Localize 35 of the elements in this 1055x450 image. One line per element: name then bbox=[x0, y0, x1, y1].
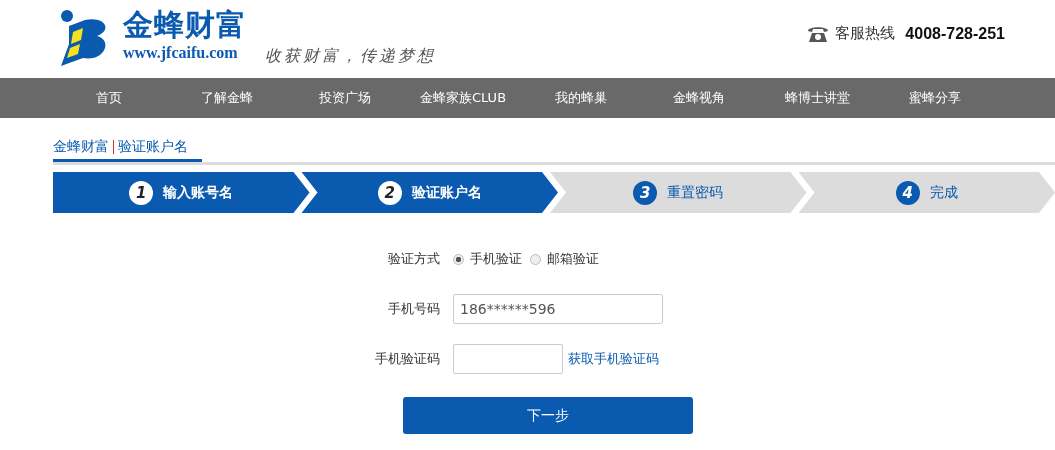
nav-link[interactable]: 金蜂视角 bbox=[640, 78, 758, 118]
nav-link[interactable]: 了解金蜂 bbox=[168, 78, 286, 118]
phone-field[interactable]: 186******596 bbox=[453, 294, 663, 324]
field-label: 验证方式 bbox=[387, 250, 441, 268]
nav-link[interactable]: 蜜蜂分享 bbox=[876, 78, 994, 118]
slogan: 收获财富，传递梦想 bbox=[265, 46, 436, 67]
nav-link[interactable]: 金蜂家族CLUB bbox=[404, 78, 522, 118]
code-field[interactable] bbox=[453, 344, 563, 374]
step-label: 验证账户名 bbox=[411, 183, 482, 202]
step-label: 完成 bbox=[929, 183, 958, 202]
step-number: 2 bbox=[377, 180, 402, 205]
radio-label: 邮箱验证 bbox=[547, 250, 599, 268]
field-label: 手机号码 bbox=[387, 300, 441, 318]
site-url: www.jfcaifu.com bbox=[123, 44, 239, 62]
step-number: 1 bbox=[129, 180, 154, 205]
nav-link[interactable]: 蜂博士讲堂 bbox=[758, 78, 876, 118]
next-button[interactable]: 下一步 bbox=[403, 397, 693, 434]
step-label: 重置密码 bbox=[667, 183, 724, 202]
breadcrumb-link[interactable]: 金蜂财富 bbox=[53, 137, 109, 156]
nav-link[interactable]: 投资广场 bbox=[286, 78, 404, 118]
step-number: 3 bbox=[633, 180, 658, 205]
brand-name: 金蜂财富 bbox=[123, 6, 247, 44]
nav-link[interactable]: 我的蜂巢 bbox=[522, 78, 640, 118]
step-number: 4 bbox=[895, 180, 920, 205]
radio-button[interactable] bbox=[453, 253, 464, 265]
hotline-number: 4008-728-251 bbox=[905, 24, 1005, 43]
radio-label: 手机验证 bbox=[470, 250, 522, 268]
hotline-label: 客服热线 bbox=[835, 24, 896, 43]
get-code-link[interactable]: 获取手机验证码 bbox=[568, 350, 659, 368]
radio-button[interactable] bbox=[530, 253, 541, 265]
phone-icon bbox=[807, 24, 830, 43]
field-label: 手机验证码 bbox=[374, 350, 441, 368]
nav-link[interactable]: 首页 bbox=[50, 78, 168, 118]
breadcrumb-link[interactable]: 验证账户名 bbox=[118, 137, 188, 156]
step-label: 输入账号名 bbox=[163, 183, 234, 202]
